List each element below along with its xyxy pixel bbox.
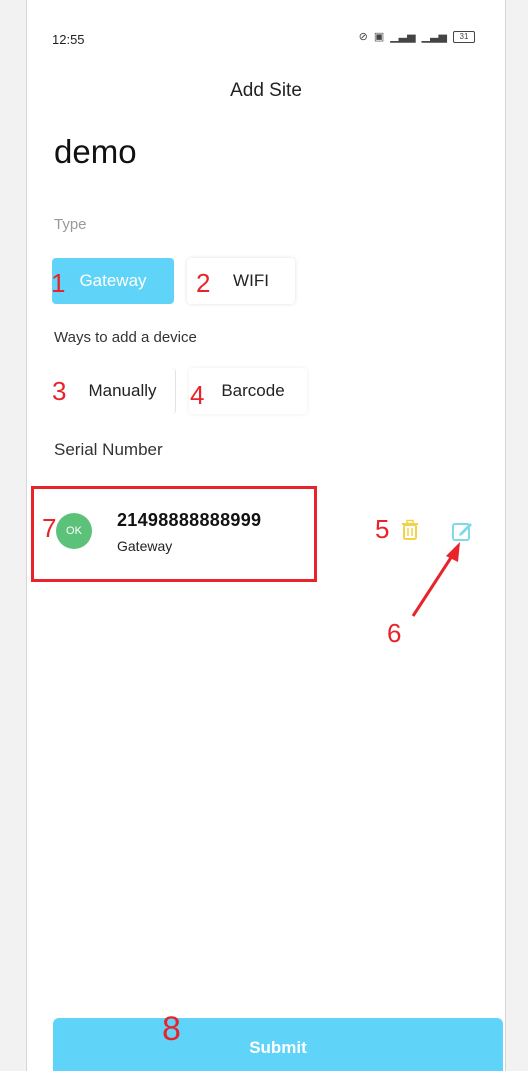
status-icons: ⊘ ▣ ▁▃▅ ▁▃▅ 31 [359, 30, 475, 43]
edit-icon[interactable] [451, 520, 473, 542]
annotation-5: 5 [375, 514, 390, 544]
annotation-2: 2 [196, 268, 211, 298]
annotation-7: 7 [42, 513, 57, 543]
mute-icon: ⊘ [358, 31, 368, 43]
signal-icon: ▁▃▅ [421, 31, 447, 43]
signal-icon: ▁▃▅ [390, 31, 416, 43]
annotation-arrow [411, 542, 460, 617]
annotation-6: 6 [387, 618, 402, 648]
annotation-4: 4 [190, 380, 205, 410]
hd-icon: ▣ [373, 31, 385, 43]
annotation-1: 1 [51, 268, 66, 298]
page-title: Add Site [230, 80, 302, 101]
serial-number-label: Serial Number [54, 440, 163, 459]
device-serial: 21498888888999 [117, 510, 262, 530]
status-time: 12:55 [52, 32, 85, 47]
type-label: Type [54, 216, 87, 233]
ways-label: Ways to add a device [54, 329, 197, 346]
annotation-8: 8 [162, 1010, 181, 1048]
add-manually-button[interactable]: Manually [52, 368, 176, 414]
site-name: demo [54, 133, 137, 170]
battery-icon: 31 [453, 30, 475, 43]
type-option-gateway[interactable]: Gateway [52, 258, 174, 304]
annotation-3: 3 [52, 376, 67, 406]
device-status-avatar: OK [56, 513, 92, 549]
add-manually-label: Manually [88, 381, 157, 400]
delete-icon[interactable] [401, 519, 419, 541]
type-option-wifi-label: WIFI [233, 271, 269, 290]
add-barcode-label: Barcode [221, 381, 285, 400]
phone-screen: 12:55 ⊘ ▣ ▁▃▅ ▁▃▅ 31 Add Site demo Type … [26, 0, 506, 1071]
device-type: Gateway [117, 538, 173, 554]
submit-button[interactable]: Submit [53, 1018, 503, 1071]
add-barcode-button[interactable]: Barcode [189, 368, 307, 414]
